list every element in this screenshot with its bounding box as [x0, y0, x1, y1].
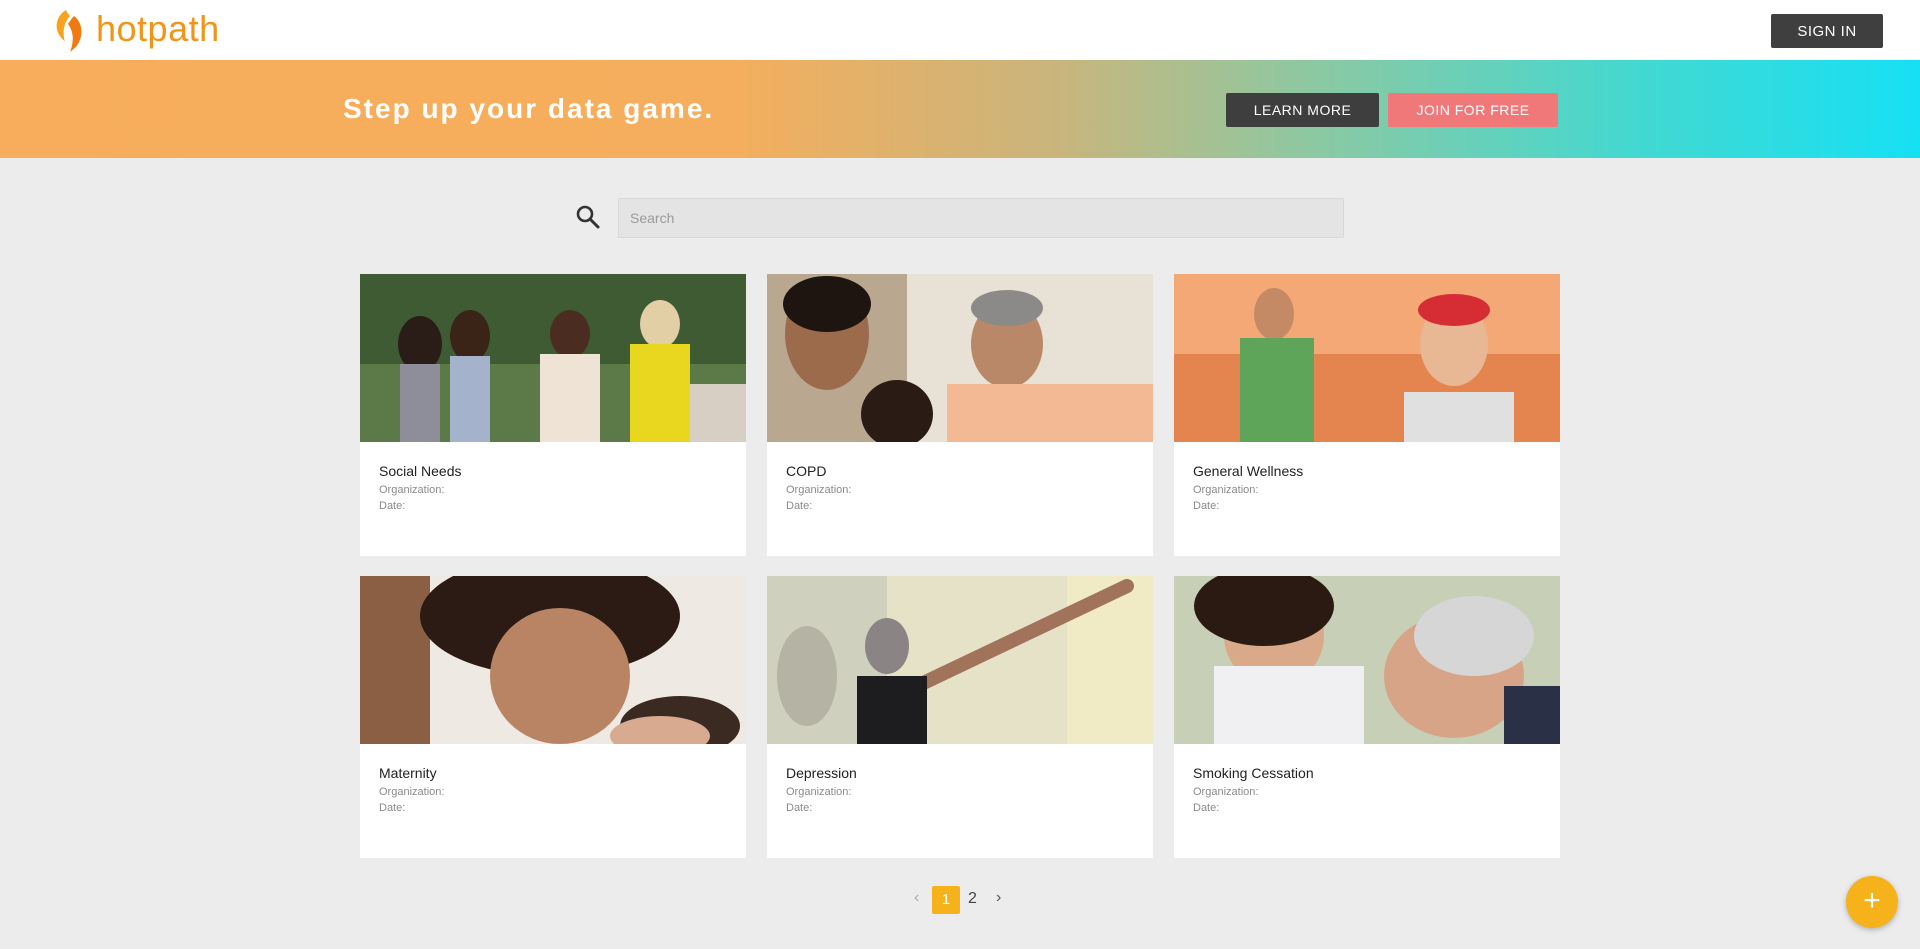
topic-card-maternity[interactable]: Maternity Organization: Date: [360, 576, 746, 858]
pagination-page-1[interactable]: 1 [932, 886, 960, 914]
logo-wordmark: hotpath [96, 8, 220, 49]
card-organization-label: Organization: [786, 786, 852, 798]
card-image [767, 274, 1153, 442]
card-organization-label: Organization: [1193, 484, 1259, 496]
pagination-prev-button[interactable]: ‹ [914, 889, 919, 915]
card-date-label: Date: [1193, 500, 1220, 512]
pagination-page-2[interactable]: 2 [968, 890, 977, 916]
hotpath-logo[interactable]: hotpath [48, 6, 220, 52]
logo-flame-icon [56, 10, 82, 52]
card-image [1174, 274, 1560, 442]
card-date-label: Date: [786, 500, 813, 512]
card-date-label: Date: [379, 802, 406, 814]
pagination-next-button[interactable]: › [996, 889, 1001, 915]
card-title: COPD [786, 463, 827, 479]
card-image [767, 576, 1153, 744]
card-image [360, 274, 746, 442]
card-title: Maternity [379, 765, 437, 781]
card-title: Social Needs [379, 463, 462, 479]
card-title: General Wellness [1193, 463, 1304, 479]
card-image [1174, 576, 1560, 744]
card-organization-label: Organization: [379, 786, 445, 798]
topic-card-depression[interactable]: Depression Organization: Date: [767, 576, 1153, 858]
learn-more-button[interactable]: LEARN MORE [1226, 93, 1379, 127]
topic-card-social-needs[interactable]: Social Needs Organization: Date: [360, 274, 746, 556]
search-input[interactable] [618, 198, 1344, 238]
add-fab-button[interactable]: + [1846, 876, 1898, 928]
card-image [360, 576, 746, 744]
card-date-label: Date: [1193, 802, 1220, 814]
search-icon[interactable] [575, 204, 601, 230]
topic-card-copd[interactable]: COPD Organization: Date: [767, 274, 1153, 556]
card-title: Depression [786, 765, 857, 781]
card-date-label: Date: [786, 802, 813, 814]
promo-banner: Step up your data game. [0, 60, 1920, 158]
sign-in-button[interactable]: SIGN IN [1771, 14, 1883, 48]
card-date-label: Date: [379, 500, 406, 512]
banner-headline: Step up your data game. [343, 93, 715, 124]
top-bar: hotpath SIGN IN [0, 0, 1920, 60]
join-for-free-button[interactable]: JOIN FOR FREE [1388, 93, 1558, 127]
card-organization-label: Organization: [379, 484, 445, 496]
card-organization-label: Organization: [1193, 786, 1259, 798]
card-title: Smoking Cessation [1193, 765, 1314, 781]
card-organization-label: Organization: [786, 484, 852, 496]
topic-card-general-wellness[interactable]: General Wellness Organization: Date: [1174, 274, 1560, 556]
topic-card-smoking-cessation[interactable]: Smoking Cessation Organization: Date: [1174, 576, 1560, 858]
